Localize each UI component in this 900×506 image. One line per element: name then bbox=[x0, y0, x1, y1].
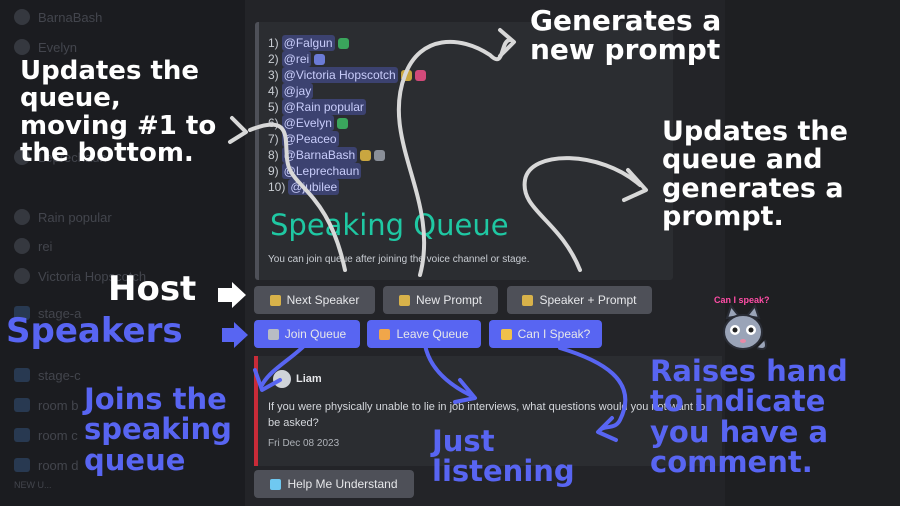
arrow-to-updates-and-generates bbox=[522, 156, 642, 272]
annotation-line: listening bbox=[432, 454, 575, 489]
speakers-arrow-icon bbox=[222, 322, 248, 348]
annotation-line: queue bbox=[84, 442, 186, 477]
arrow-to-generates-prompt bbox=[396, 38, 512, 277]
annotation-line: Generates a bbox=[530, 4, 722, 37]
arrow-leave-queue bbox=[423, 343, 472, 397]
arrow-can-i-speak bbox=[558, 346, 628, 432]
annotation-speakers: Speakers bbox=[6, 311, 183, 351]
annotation-line: Just bbox=[432, 424, 495, 458]
annotation-line: to indicate bbox=[650, 384, 826, 419]
screenshot-stage: BarnaBash Evelyn Leprechaun Rain popular… bbox=[0, 0, 900, 506]
annotation-generates: Generates a new prompt bbox=[530, 6, 721, 65]
annotation-line: new prompt bbox=[530, 33, 721, 67]
annotation-line: speaking bbox=[84, 412, 232, 447]
annotation-updates-and-generates: Updates the queue and generates a prompt… bbox=[662, 116, 848, 233]
host-arrow-icon bbox=[218, 282, 246, 308]
annotation-line: Raises hand bbox=[650, 354, 848, 388]
annotation-line: the bottom. bbox=[20, 137, 194, 168]
annotation-line: you have a bbox=[650, 414, 829, 449]
annotation-line: prompt. bbox=[662, 201, 784, 233]
annotation-joins: Joins the speaking queue bbox=[84, 382, 232, 477]
arrowhead bbox=[228, 116, 248, 144]
annotation-raises-hand: Raises hand to indicate you have a comme… bbox=[650, 356, 848, 478]
annotation-updates-queue: Updates the queue, moving #1 to the bott… bbox=[20, 56, 217, 168]
annotation-line: queue and bbox=[662, 144, 823, 176]
arrow-to-updates-queue bbox=[248, 122, 347, 272]
annotation-line: comment. bbox=[650, 445, 813, 480]
annotation-line: moving #1 to bbox=[20, 110, 217, 141]
annotation-line: queue, bbox=[20, 83, 121, 114]
annotation-line: generates a bbox=[662, 172, 844, 204]
annotation-line: Updates the bbox=[20, 56, 200, 86]
annotation-just-listening: Just listening bbox=[432, 426, 575, 487]
annotation-line: Joins the bbox=[84, 382, 227, 416]
arrow-join-queue bbox=[260, 343, 307, 387]
annotation-host: Host bbox=[108, 269, 197, 309]
annotation-line: Updates the bbox=[662, 116, 848, 147]
